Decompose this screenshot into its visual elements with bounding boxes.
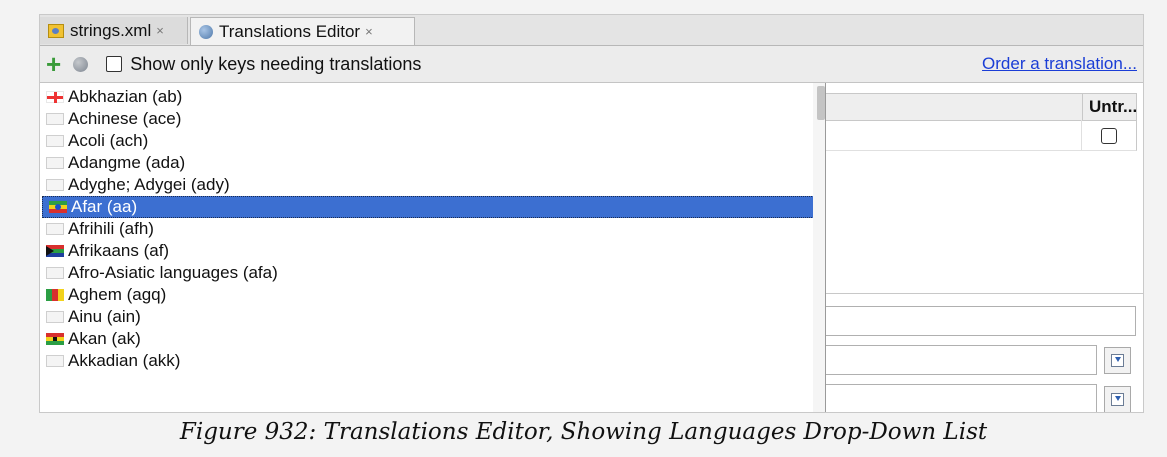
flag-icon (46, 355, 64, 367)
show-only-label[interactable]: Show only keys needing translations (130, 54, 421, 75)
flag-icon (49, 201, 67, 213)
language-label: Aghem (agq) (68, 285, 167, 304)
language-label: Adangme (ada) (68, 153, 186, 172)
flag-icon (46, 311, 64, 323)
tab-translations-editor-label: Translations Editor (219, 21, 361, 41)
languages-dropdown-list[interactable]: Abkhazian (ab) Achinese (ace) Acoli (ach) A… (40, 83, 826, 412)
flag-icon (46, 245, 64, 257)
language-item[interactable]: Adyghe; Adygei (ady) (40, 174, 813, 196)
table-header: Untr... (825, 93, 1137, 121)
show-only-checkbox[interactable] (106, 56, 123, 72)
language-item[interactable]: Afrikaans (af) (40, 240, 813, 262)
flag-icon (46, 91, 64, 103)
figure-caption: Figure 932: Translations Editor, Showing… (179, 419, 988, 445)
language-item[interactable]: Ainu (ain) (40, 306, 813, 328)
language-item[interactable]: Afrihili (afh) (40, 218, 813, 240)
language-item[interactable]: Aghem (agq) (40, 284, 813, 306)
flag-icon (46, 333, 64, 345)
language-label: Akkadian (akk) (68, 351, 181, 370)
language-item[interactable]: Afar (aa) (42, 196, 818, 218)
language-item[interactable]: Abkhazian (ab) (40, 86, 813, 108)
language-label: Afrihili (afh) (68, 219, 154, 238)
scrollbar-track[interactable] (813, 83, 825, 412)
untranslatable-checkbox[interactable] (1101, 128, 1117, 144)
flag-icon (46, 157, 64, 169)
language-item[interactable]: Akkadian (akk) (40, 350, 813, 372)
xml-file-icon (48, 23, 64, 38)
table-row[interactable] (825, 120, 1137, 151)
translation-field[interactable] (825, 384, 1097, 412)
flag-icon (46, 289, 64, 301)
globe-icon (199, 24, 213, 39)
editor-tab-bar: strings.xml × Translations Editor × (40, 15, 1143, 46)
close-icon[interactable]: × (365, 24, 373, 39)
tab-strings-xml-label: strings.xml (70, 20, 152, 40)
flag-icon (46, 179, 64, 191)
order-translation-link[interactable]: Order a translation... (982, 54, 1137, 74)
language-label: Acoli (ach) (68, 131, 149, 150)
language-label: Afro-Asiatic languages (afa) (68, 263, 278, 282)
language-item[interactable]: Akan (ak) (40, 328, 813, 350)
import-button[interactable] (1104, 386, 1131, 412)
key-field[interactable] (825, 306, 1136, 336)
language-label: Achinese (ace) (68, 109, 182, 128)
language-item[interactable]: Afro-Asiatic languages (afa) (40, 262, 813, 284)
language-label: Ainu (ain) (68, 307, 141, 326)
translations-toolbar: + Show only keys needing translations Or… (40, 46, 1143, 83)
language-label: Akan (ak) (68, 329, 141, 348)
untranslatable-column-header[interactable]: Untr... (1082, 94, 1137, 120)
language-label: Afrikaans (af) (68, 241, 170, 260)
default-value-field[interactable] (825, 345, 1097, 375)
flag-icon (46, 113, 64, 125)
language-item[interactable]: Adangme (ada) (40, 152, 813, 174)
tab-strings-xml[interactable]: strings.xml × (40, 17, 188, 44)
language-label: Afar (aa) (71, 197, 138, 216)
translations-table-panel: Untr... (825, 83, 1143, 412)
import-icon (1111, 393, 1124, 406)
panel-divider (825, 293, 1143, 294)
flag-icon (46, 223, 64, 235)
close-icon[interactable]: × (156, 23, 164, 38)
flag-icon (46, 135, 64, 147)
language-item[interactable]: Achinese (ace) (40, 108, 813, 130)
flag-icon (46, 267, 64, 279)
import-icon (1111, 354, 1124, 367)
tab-translations-editor[interactable]: Translations Editor × (190, 17, 415, 45)
ide-screenshot: strings.xml × Translations Editor × + Sh… (39, 14, 1144, 413)
scrollbar-thumb[interactable] (817, 86, 825, 120)
add-key-button[interactable]: + (46, 51, 61, 77)
untranslatable-cell (1081, 120, 1136, 150)
language-item[interactable]: Acoli (ach) (40, 130, 813, 152)
import-button[interactable] (1104, 347, 1131, 374)
language-label: Adyghe; Adygei (ady) (68, 175, 230, 194)
language-label: Abkhazian (ab) (68, 87, 183, 106)
add-locale-globe-icon[interactable] (73, 56, 89, 72)
